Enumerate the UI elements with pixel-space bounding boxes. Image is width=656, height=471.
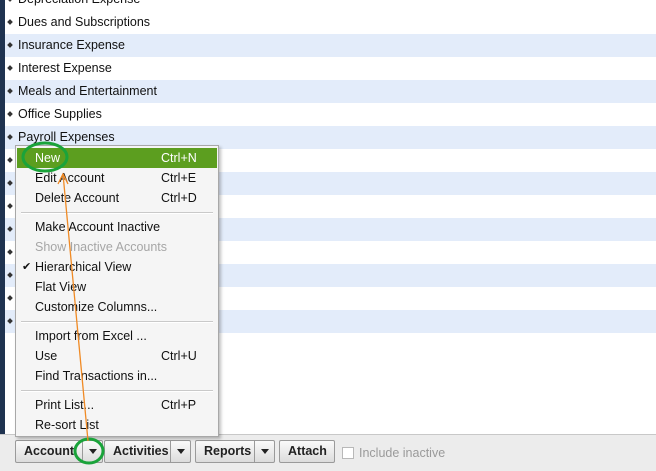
- bullet-icon: [7, 157, 13, 163]
- bullet-icon: [7, 88, 13, 94]
- menu-item-label: Delete Account: [35, 191, 120, 205]
- bullet-icon: [7, 0, 13, 2]
- menu-item-label: Customize Columns...: [35, 300, 158, 314]
- list-item[interactable]: Dues and Subscriptions: [5, 11, 656, 34]
- include-inactive-label: Include inactive: [359, 446, 446, 460]
- activities-menu-button[interactable]: Activities: [104, 440, 191, 463]
- menu-item-label: Import from Excel ...: [35, 329, 147, 343]
- menu-item-resort-list[interactable]: Re-sort List: [17, 415, 217, 435]
- menu-item-find-transactions[interactable]: Find Transactions in...: [17, 366, 217, 386]
- chevron-down-icon[interactable]: [170, 441, 190, 462]
- menu-item-shortcut: Ctrl+E: [161, 171, 197, 185]
- list-item[interactable]: Interest Expense: [5, 57, 656, 80]
- account-dropdown-menu: New Ctrl+N Edit Account Ctrl+E Delete Ac…: [15, 145, 219, 437]
- menu-item-new[interactable]: New Ctrl+N: [17, 148, 217, 168]
- bullet-icon: [7, 226, 13, 232]
- menu-item-label: Find Transactions in...: [35, 369, 158, 383]
- bullet-icon: [7, 318, 13, 324]
- menu-item-label: New: [35, 151, 61, 165]
- menu-item-print-list[interactable]: Print List... Ctrl+P: [17, 395, 217, 415]
- menu-item-edit-account[interactable]: Edit Account Ctrl+E: [17, 168, 217, 188]
- checkmark-icon: ✔: [22, 261, 32, 273]
- bullet-icon: [7, 19, 13, 25]
- menu-item-shortcut: Ctrl+U: [161, 349, 197, 363]
- menu-separator: [21, 390, 213, 392]
- menu-item-shortcut: Ctrl+N: [161, 151, 197, 165]
- bullet-icon: [7, 272, 13, 278]
- menu-item-label: Re-sort List: [35, 418, 99, 432]
- list-item[interactable]: Insurance Expense: [5, 34, 656, 57]
- bullet-icon: [7, 42, 13, 48]
- menu-item-customize-columns[interactable]: Customize Columns...: [17, 297, 217, 317]
- attach-button[interactable]: Attach: [279, 440, 335, 463]
- account-name: Meals and Entertainment: [18, 84, 157, 98]
- bottom-toolbar: Account Activities Reports Attach Includ…: [0, 434, 656, 471]
- bullet-icon: [7, 249, 13, 255]
- bullet-icon: [7, 65, 13, 71]
- account-button-label: Account: [24, 444, 74, 458]
- account-name: Dues and Subscriptions: [18, 15, 151, 29]
- bullet-icon: [7, 134, 13, 140]
- menu-item-label: Make Account Inactive: [35, 220, 161, 234]
- menu-item-delete-account[interactable]: Delete Account Ctrl+D: [17, 188, 217, 208]
- menu-item-label: Use: [35, 349, 58, 363]
- menu-item-import-excel[interactable]: Import from Excel ...: [17, 326, 217, 346]
- account-name: Insurance Expense: [18, 38, 126, 52]
- menu-separator: [21, 212, 213, 214]
- bullet-icon: [7, 111, 13, 117]
- bullet-icon: [7, 295, 13, 301]
- chevron-down-icon[interactable]: [254, 441, 274, 462]
- attach-button-label: Attach: [288, 444, 327, 458]
- chevron-down-icon[interactable]: [82, 441, 102, 462]
- list-item[interactable]: Depreciation Expense: [5, 0, 656, 11]
- menu-item-use[interactable]: Use Ctrl+U: [17, 346, 217, 366]
- menu-item-make-inactive[interactable]: Make Account Inactive: [17, 217, 217, 237]
- menu-item-label: Edit Account: [35, 171, 105, 185]
- activities-button-label: Activities: [113, 444, 169, 458]
- menu-item-label: Show Inactive Accounts: [35, 240, 168, 254]
- list-item[interactable]: Office Supplies: [5, 103, 656, 126]
- menu-item-label: Print List...: [35, 398, 95, 412]
- account-name: Interest Expense: [18, 61, 112, 75]
- bullet-icon: [7, 203, 13, 209]
- menu-item-shortcut: Ctrl+P: [161, 398, 197, 412]
- reports-button-label: Reports: [204, 444, 252, 458]
- include-inactive-checkbox[interactable]: [342, 447, 354, 459]
- menu-item-shortcut: Ctrl+D: [161, 191, 197, 205]
- menu-item-hierarchical-view[interactable]: ✔ Hierarchical View: [17, 257, 217, 277]
- account-name: Office Supplies: [18, 107, 102, 121]
- list-item[interactable]: Meals and Entertainment: [5, 80, 656, 103]
- reports-menu-button[interactable]: Reports: [195, 440, 275, 463]
- account-name: Depreciation Expense: [18, 0, 140, 11]
- menu-item-label: Hierarchical View: [35, 260, 132, 274]
- menu-item-flat-view[interactable]: Flat View: [17, 277, 217, 297]
- bullet-icon: [7, 180, 13, 186]
- menu-item-show-inactive: Show Inactive Accounts: [17, 237, 217, 257]
- menu-item-label: Flat View: [35, 280, 87, 294]
- menu-separator: [21, 321, 213, 323]
- account-menu-button[interactable]: Account: [15, 440, 103, 463]
